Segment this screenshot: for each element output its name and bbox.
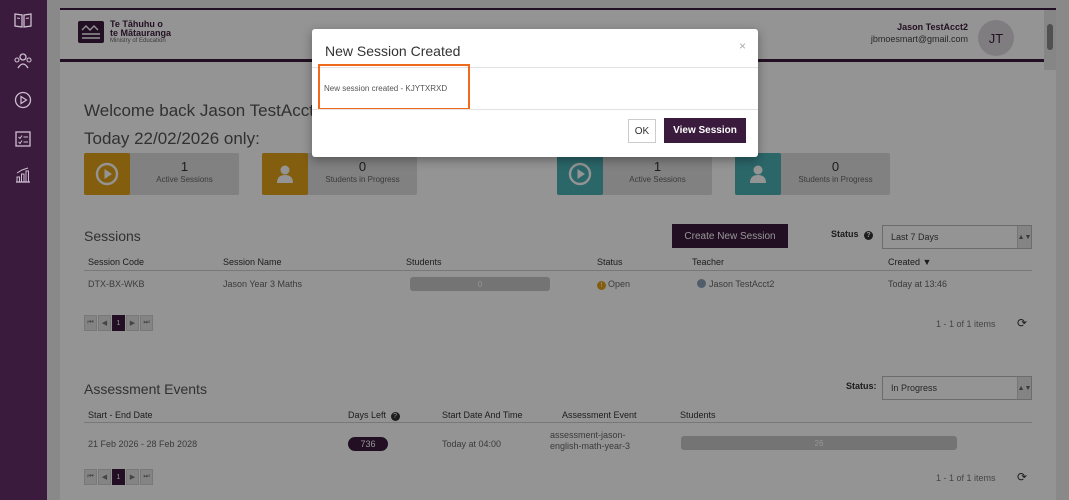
play-circle-icon[interactable] xyxy=(13,90,33,110)
new-session-modal: New Session Created × New session create… xyxy=(312,29,758,157)
sidebar xyxy=(0,0,47,500)
modal-title: New Session Created xyxy=(325,43,461,59)
checklist-icon[interactable] xyxy=(13,129,33,149)
ok-button[interactable]: OK xyxy=(628,119,656,143)
chart-icon[interactable] xyxy=(13,165,33,185)
highlight-box xyxy=(318,64,470,110)
view-session-button[interactable]: View Session xyxy=(664,118,746,143)
book-icon[interactable] xyxy=(13,10,33,30)
modal-divider xyxy=(312,109,758,110)
people-icon[interactable] xyxy=(13,51,33,71)
close-icon[interactable]: × xyxy=(739,39,746,53)
